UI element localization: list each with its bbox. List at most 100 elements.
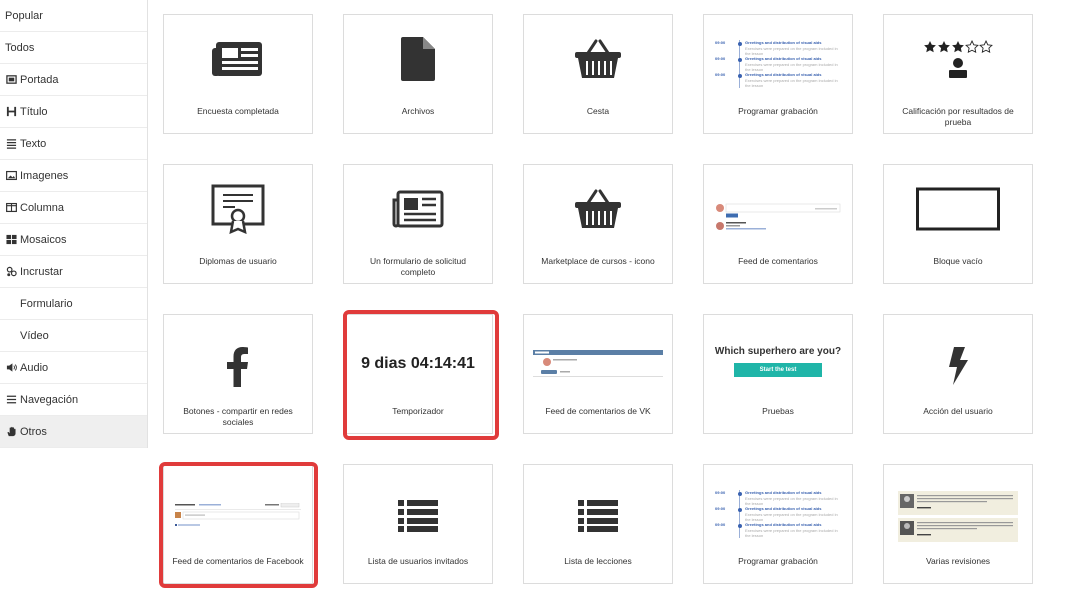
schedule-row: 09:00 Greetings and distribution of visua…	[715, 56, 838, 72]
list-icon	[398, 500, 438, 532]
tile-encuesta-completada[interactable]: Encuesta completada	[163, 14, 313, 134]
sidebar-item-mosaicos[interactable]: Mosaicos	[0, 224, 147, 256]
newspaper-icon	[212, 42, 262, 76]
newspaper-outline-icon	[392, 190, 444, 228]
sidebar-item-label: Columna	[20, 201, 65, 214]
schedule-row: 09:00 Greetings and distribution of visua…	[715, 40, 838, 56]
sidebar-item-label: Vídeo	[20, 329, 49, 342]
schedule-row: 09:00 Greetings and distribution of visua…	[715, 506, 838, 522]
tile-feed-comentarios[interactable]: Feed de comentarios	[703, 164, 853, 284]
sidebar: Popular Todos Portada Título Texto Image…	[0, 0, 148, 448]
tile-label: Archivos	[401, 106, 435, 116]
image-icon	[5, 170, 17, 182]
tile-label: Programar grabación	[738, 106, 818, 116]
tile-diplomas[interactable]: Diplomas de usuario	[163, 164, 313, 284]
sidebar-item-label: Popular	[5, 9, 43, 22]
vk-comments-preview	[533, 350, 663, 377]
sidebar-item-titulo[interactable]: Título	[0, 96, 147, 128]
sidebar-item-otros[interactable]: Otros	[0, 416, 147, 448]
tile-label: Marketplace de cursos - icono	[541, 256, 655, 266]
sidebar-item-audio[interactable]: Audio	[0, 352, 147, 384]
schedule-row: 09:00 Greetings and distribution of visua…	[715, 72, 838, 88]
tile-feed-vk[interactable]: Feed de comentarios de VK	[523, 314, 673, 434]
sidebar-item-label: Mosaicos	[20, 233, 67, 246]
basket-icon	[575, 39, 621, 78]
tile-label: Encuesta completada	[197, 106, 279, 116]
tile-label: Programar grabación	[738, 556, 818, 566]
tile-label: Feed de comentarios	[738, 256, 818, 266]
tile-temporizador[interactable]: 9 dias 04:14:41 Temporizador	[343, 314, 493, 434]
sidebar-item-label: Imagenes	[20, 169, 69, 182]
basket-icon	[575, 189, 621, 228]
sidebar-item-navegacion[interactable]: Navegación	[0, 384, 147, 416]
tile-label: Diplomas de usuario	[199, 256, 277, 266]
tile-pruebas[interactable]: Which superhero are you? Start the test …	[703, 314, 853, 434]
reviews-preview	[898, 491, 1018, 542]
tile-programar-grabacion[interactable]: 09:00 Greetings and distribution of visua…	[703, 14, 853, 134]
tile-label: Calificación por resultados de prueba	[902, 106, 1014, 127]
embed-icon	[5, 266, 17, 278]
tile-varias-revisiones[interactable]: Varias revisiones	[883, 464, 1033, 584]
quiz-question: Which superhero are you?	[714, 345, 842, 357]
sidebar-item-texto[interactable]: Texto	[0, 128, 147, 160]
tile-marketplace[interactable]: Marketplace de cursos - icono	[523, 164, 673, 284]
sidebar-item-label: Todos	[5, 41, 35, 54]
tiles-icon	[5, 234, 17, 246]
tile-label: Temporizador	[392, 406, 444, 416]
sidebar-item-formulario[interactable]: Formulario	[0, 288, 147, 320]
tile-label: Feed de comentarios de Facebook	[172, 556, 304, 566]
sidebar-item-label: Formulario	[20, 297, 73, 310]
schedule-row: 09:00 Greetings and distribution of visua…	[715, 490, 838, 506]
sidebar-item-portada[interactable]: Portada	[0, 64, 147, 96]
sidebar-item-label: Incrustar	[20, 265, 63, 278]
sidebar-item-incrustar[interactable]: Incrustar	[0, 256, 147, 288]
sidebar-item-columna[interactable]: Columna	[0, 192, 147, 224]
fb-comments-preview	[175, 503, 301, 526]
empty-block-icon	[916, 187, 1000, 231]
schedule-preview: 09:00 Greetings and distribution of visua…	[715, 40, 841, 88]
tile-cesta[interactable]: Cesta	[523, 14, 673, 134]
tile-label: Botones - compartir en redes sociales	[183, 406, 293, 427]
comments-preview	[716, 203, 841, 230]
schedule-preview: 09:00 Greetings and distribution of visua…	[715, 490, 841, 538]
tile-bloque-vacio[interactable]: Bloque vacío	[883, 164, 1033, 284]
sidebar-item-imagenes[interactable]: Imagenes	[0, 160, 147, 192]
tile-accion-usuario[interactable]: Acción del usuario	[883, 314, 1033, 434]
tile-label: Un formulario de solicitud completo	[370, 256, 466, 277]
schedule-row: 09:00 Greetings and distribution of visua…	[715, 522, 838, 538]
tile-feed-facebook[interactable]: Feed de comentarios de Facebook	[163, 464, 313, 584]
rating-user-icon	[924, 39, 993, 78]
tile-lista-usuarios[interactable]: Lista de usuarios invitados	[343, 464, 493, 584]
tile-label: Cesta	[586, 106, 610, 116]
tile-label: Lista de lecciones	[564, 556, 632, 566]
tile-label: Lista de usuarios invitados	[367, 556, 469, 566]
menu-icon	[5, 394, 17, 406]
sidebar-item-video[interactable]: Vídeo	[0, 320, 147, 352]
tile-archivos[interactable]: Archivos	[343, 14, 493, 134]
tile-label: Bloque vacío	[933, 256, 983, 266]
facebook-icon	[227, 347, 248, 387]
columns-icon	[5, 202, 17, 214]
tile-label: Pruebas	[762, 406, 794, 416]
sidebar-item-popular[interactable]: Popular	[0, 0, 147, 32]
sidebar-item-label: Título	[20, 105, 48, 118]
tile-calificacion[interactable]: Calificación por resultados de prueba	[883, 14, 1033, 134]
sidebar-item-label: Navegación	[20, 393, 79, 406]
list-icon	[578, 500, 618, 532]
tile-label: Feed de comentarios de VK	[545, 406, 651, 416]
hand-icon	[5, 426, 17, 438]
tile-label: Varias revisiones	[925, 556, 991, 566]
tile-programar-grabacion-2[interactable]: 09:00 Greetings and distribution of visua…	[703, 464, 853, 584]
speaker-icon	[5, 362, 17, 374]
tile-lista-lecciones[interactable]: Lista de lecciones	[523, 464, 673, 584]
sidebar-item-label: Audio	[20, 361, 49, 374]
file-icon	[401, 37, 435, 81]
sidebar-item-label: Portada	[20, 73, 59, 86]
timer-text: 9 dias 04:14:41	[361, 355, 475, 372]
tile-formulario-solicitud[interactable]: Un formulario de solicitud completo	[343, 164, 493, 284]
sidebar-item-todos[interactable]: Todos	[0, 32, 147, 64]
sidebar-item-label: Otros	[20, 425, 47, 438]
tile-botones-compartir[interactable]: Botones - compartir en redes sociales	[163, 314, 313, 434]
sidebar-item-label: Texto	[20, 137, 47, 150]
lightning-icon	[949, 347, 968, 385]
